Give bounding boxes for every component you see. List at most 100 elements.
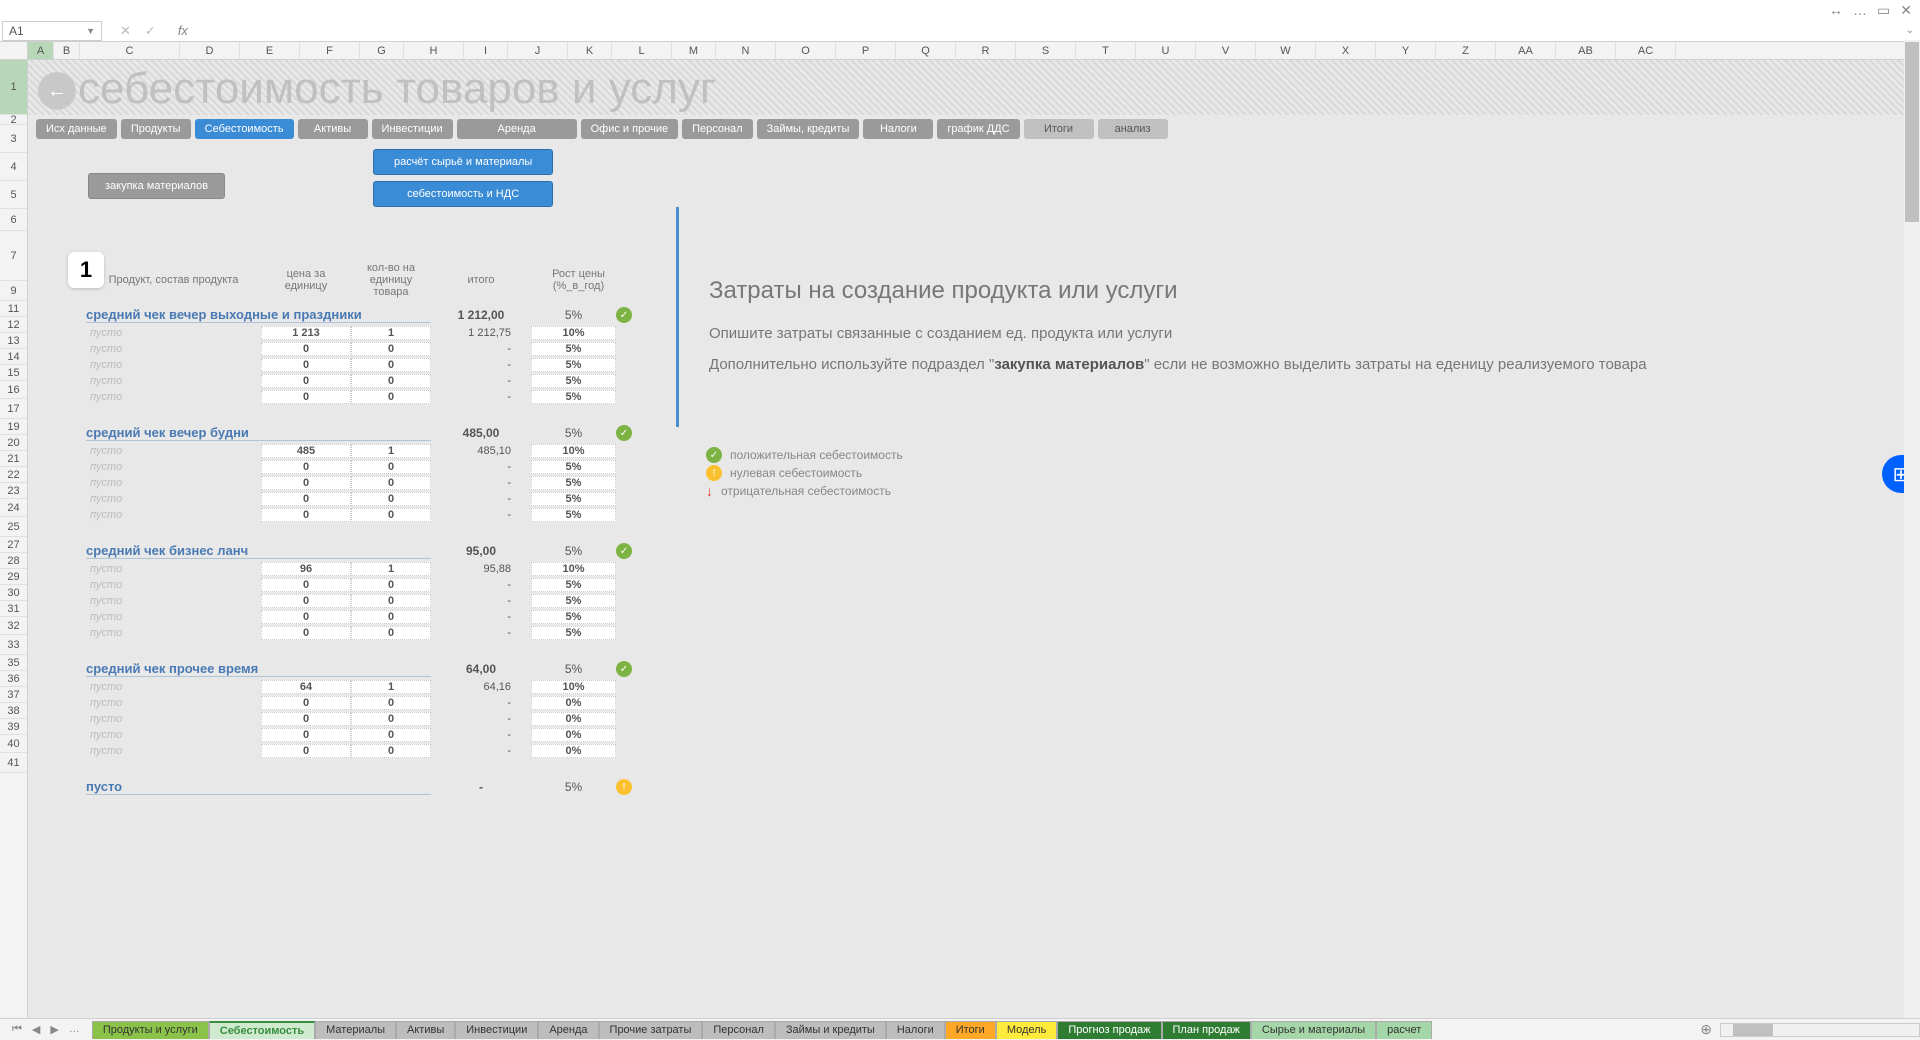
nav-tab-Инвестиции[interactable]: Инвестиции xyxy=(372,119,453,139)
qty-cell[interactable]: 1 xyxy=(351,444,431,458)
nav-tab-Исх данные[interactable]: Исх данные xyxy=(36,119,117,139)
row-header-25[interactable]: 25 xyxy=(0,517,27,537)
col-header-W[interactable]: W xyxy=(1256,42,1316,59)
sheet-tab-Материалы[interactable]: Материалы xyxy=(315,1021,396,1039)
row-header-24[interactable]: 24 xyxy=(0,499,27,517)
pct-cell[interactable]: 0% xyxy=(531,712,616,726)
col-header-Y[interactable]: Y xyxy=(1376,42,1436,59)
row-header-20[interactable]: 20 xyxy=(0,435,27,451)
qty-cell[interactable]: 0 xyxy=(351,712,431,726)
row-header-29[interactable]: 29 xyxy=(0,569,27,585)
row-label[interactable]: пусто xyxy=(86,579,261,591)
nav-tab-Персонал[interactable]: Персонал xyxy=(682,119,753,139)
price-cell[interactable]: 0 xyxy=(261,358,351,372)
row-label[interactable]: пусто xyxy=(86,745,261,757)
row-label[interactable]: пусто xyxy=(86,697,261,709)
nav-tab-график ДДС[interactable]: график ДДС xyxy=(937,119,1019,139)
cancel-formula-button[interactable]: ✕ xyxy=(120,23,131,39)
pct-cell[interactable]: 0% xyxy=(531,696,616,710)
sheet-tab-расчет[interactable]: расчет xyxy=(1376,1021,1432,1039)
pct-cell[interactable]: 10% xyxy=(531,562,616,576)
close-icon[interactable]: ✕ xyxy=(1900,2,1912,19)
price-cell[interactable]: 1 213 xyxy=(261,326,351,340)
row-header-36[interactable]: 36 xyxy=(0,671,27,687)
qty-cell[interactable]: 0 xyxy=(351,492,431,506)
price-cell[interactable]: 0 xyxy=(261,578,351,592)
purchase-materials-button[interactable]: закупка материалов xyxy=(88,173,225,199)
col-header-U[interactable]: U xyxy=(1136,42,1196,59)
more-icon[interactable]: … xyxy=(1853,2,1867,18)
col-header-J[interactable]: J xyxy=(508,42,568,59)
price-cell[interactable]: 0 xyxy=(261,610,351,624)
row-header-38[interactable]: 38 xyxy=(0,703,27,719)
sheet-tab-Модель[interactable]: Модель xyxy=(996,1021,1057,1039)
row-label[interactable]: пусто xyxy=(86,375,261,387)
col-header-T[interactable]: T xyxy=(1076,42,1136,59)
price-cell[interactable]: 485 xyxy=(261,444,351,458)
col-header-B[interactable]: B xyxy=(54,42,80,59)
price-cell[interactable]: 0 xyxy=(261,626,351,640)
row-header-7[interactable]: 7 xyxy=(0,231,27,281)
price-cell[interactable]: 0 xyxy=(261,712,351,726)
col-header-A[interactable]: A xyxy=(28,42,54,59)
row-header-32[interactable]: 32 xyxy=(0,617,27,635)
row-label[interactable]: пусто xyxy=(86,509,261,521)
qty-cell[interactable]: 0 xyxy=(351,744,431,758)
sheet-nav-first[interactable]: ⏮ xyxy=(8,1023,26,1036)
accept-formula-button[interactable]: ✓ xyxy=(145,23,156,39)
row-label[interactable]: пусто xyxy=(86,713,261,725)
row-header-14[interactable]: 14 xyxy=(0,349,27,365)
price-cell[interactable]: 96 xyxy=(261,562,351,576)
row-label[interactable]: пусто xyxy=(86,327,261,339)
nav-tab-Офис и прочие[interactable]: Офис и прочие xyxy=(581,119,678,139)
cost-vat-button[interactable]: себестоимость и НДС xyxy=(373,181,553,207)
row-header-23[interactable]: 23 xyxy=(0,483,27,499)
qty-cell[interactable]: 0 xyxy=(351,476,431,490)
col-header-Q[interactable]: Q xyxy=(896,42,956,59)
price-cell[interactable]: 0 xyxy=(261,594,351,608)
qty-cell[interactable]: 0 xyxy=(351,626,431,640)
horizontal-scrollbar[interactable] xyxy=(1720,1023,1920,1037)
row-label[interactable]: пусто xyxy=(86,493,261,505)
row-header-41[interactable]: 41 xyxy=(0,753,27,773)
row-header-11[interactable]: 11 xyxy=(0,301,27,317)
qty-cell[interactable]: 0 xyxy=(351,610,431,624)
vertical-scrollbar[interactable] xyxy=(1904,40,1920,1018)
sheet-nav-next[interactable]: ▶ xyxy=(46,1023,62,1036)
row-header-5[interactable]: 5 xyxy=(0,181,27,209)
price-cell[interactable]: 0 xyxy=(261,508,351,522)
pct-cell[interactable]: 10% xyxy=(531,680,616,694)
col-header-D[interactable]: D xyxy=(180,42,240,59)
pct-cell[interactable]: 5% xyxy=(531,358,616,372)
sheet-tab-Налоги[interactable]: Налоги xyxy=(886,1021,945,1039)
pct-cell[interactable]: 10% xyxy=(531,326,616,340)
row-header-40[interactable]: 40 xyxy=(0,735,27,753)
row-label[interactable]: пусто xyxy=(86,461,261,473)
col-header-R[interactable]: R xyxy=(956,42,1016,59)
row-header-21[interactable]: 21 xyxy=(0,451,27,467)
nav-tab-Аренда[interactable]: Аренда xyxy=(457,119,577,139)
row-label[interactable]: пусто xyxy=(86,343,261,355)
row-header-3[interactable]: 3 xyxy=(0,125,27,153)
row-header-39[interactable]: 39 xyxy=(0,719,27,735)
resize-icon[interactable]: ↔ xyxy=(1829,2,1843,18)
pct-cell[interactable]: 5% xyxy=(531,508,616,522)
row-header-12[interactable]: 12 xyxy=(0,317,27,333)
price-cell[interactable]: 0 xyxy=(261,492,351,506)
row-label[interactable]: пусто xyxy=(86,681,261,693)
qty-cell[interactable]: 0 xyxy=(351,460,431,474)
row-label[interactable]: пусто xyxy=(86,595,261,607)
sheet-nav-prev[interactable]: ◀ xyxy=(28,1023,44,1036)
row-label[interactable]: пусто xyxy=(86,627,261,639)
row-header-6[interactable]: 6 xyxy=(0,209,27,231)
price-cell[interactable]: 0 xyxy=(261,342,351,356)
row-header-1[interactable]: 1 xyxy=(0,60,27,115)
price-cell[interactable]: 64 xyxy=(261,680,351,694)
row-label[interactable]: пусто xyxy=(86,391,261,403)
pct-cell[interactable]: 5% xyxy=(531,342,616,356)
nav-tab-Итоги[interactable]: Итоги xyxy=(1024,119,1094,139)
row-header-30[interactable]: 30 xyxy=(0,585,27,601)
chevron-down-icon[interactable]: ▼ xyxy=(86,26,95,36)
qty-cell[interactable]: 0 xyxy=(351,390,431,404)
sheet-tab-План продаж[interactable]: План продаж xyxy=(1162,1021,1251,1039)
